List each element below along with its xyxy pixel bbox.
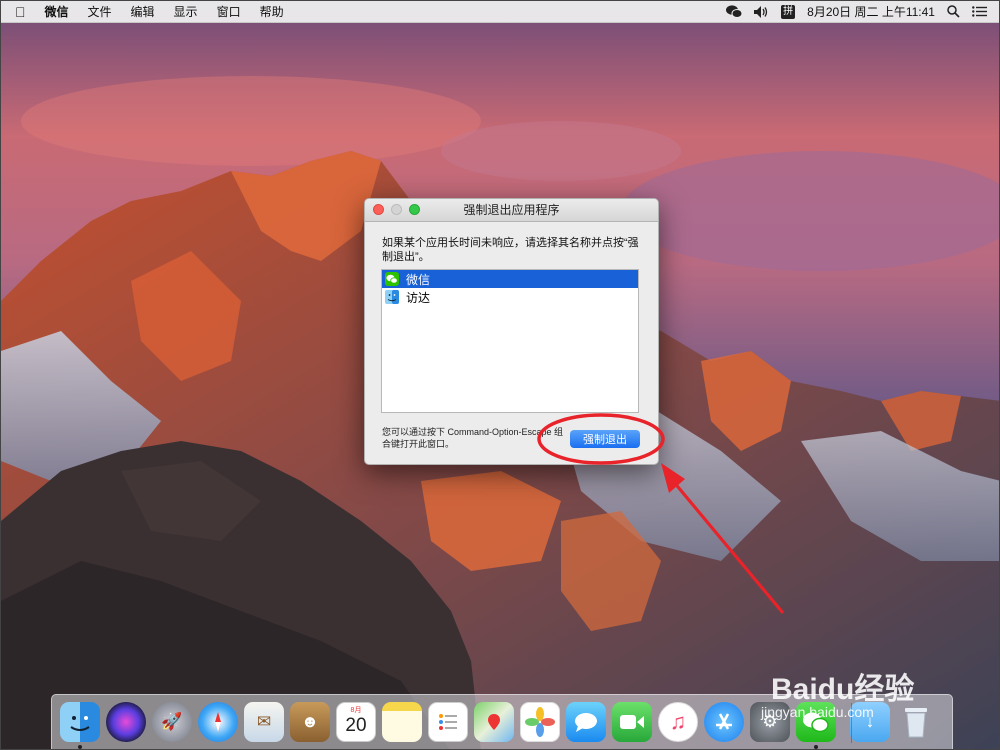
maps-icon[interactable] [474, 702, 514, 742]
volume-icon[interactable] [754, 5, 769, 18]
force-quit-dialog: 强制退出应用程序 如果某个应用长时间未响应，请选择其名称并点按“强制退出”。 微… [364, 198, 659, 465]
safari-icon[interactable] [198, 702, 238, 742]
input-method-icon[interactable]: 拼 [781, 4, 796, 19]
dialog-titlebar[interactable]: 强制退出应用程序 [365, 199, 658, 222]
wechat-status-icon[interactable] [726, 5, 743, 18]
notes-icon[interactable] [382, 702, 422, 742]
app-name: 访达 [406, 290, 431, 305]
app-list-item-finder[interactable]: 访达 [382, 288, 638, 306]
baidu-watermark-logo: Baidu经验 [771, 673, 915, 706]
apple-icon[interactable]:  [15, 4, 26, 20]
app-store-icon[interactable] [704, 702, 744, 742]
minimize-window-button [391, 204, 402, 215]
app-list[interactable]: 微信 访达 [381, 269, 639, 413]
menu-clock[interactable]: 8月20日 周二 上午11:41 [807, 3, 935, 20]
music-icon[interactable]: ♫ [658, 702, 698, 742]
menu-bar:  微信 文件 编辑 显示 窗口 帮助 拼 8月20日 周二 上午11:41 [1, 1, 999, 23]
menu-app-name[interactable]: 微信 [45, 3, 69, 20]
photos-icon[interactable] [520, 702, 560, 742]
finder-icon[interactable] [60, 702, 100, 749]
zoom-window-button[interactable] [409, 204, 420, 215]
launchpad-icon[interactable]: 🚀 [152, 702, 192, 742]
calendar-icon[interactable]: 8月 20 [336, 702, 376, 742]
trash-icon[interactable] [896, 702, 936, 742]
calendar-day: 20 [345, 715, 367, 736]
force-quit-button[interactable]: 强制退出 [570, 430, 640, 448]
shortcut-hint: 您可以通过按下 Command-Option-Escape 组合键打开此窗口。 [382, 427, 564, 449]
messages-icon[interactable] [566, 702, 606, 742]
facetime-icon[interactable] [612, 702, 652, 742]
reminders-icon[interactable] [428, 702, 468, 742]
wechat-icon [385, 272, 399, 286]
menu-file[interactable]: 文件 [88, 3, 112, 20]
close-window-button[interactable] [373, 204, 384, 215]
menu-edit[interactable]: 编辑 [131, 3, 155, 20]
menu-window[interactable]: 窗口 [217, 3, 241, 20]
screen-frame:  微信 文件 编辑 显示 窗口 帮助 拼 8月20日 周二 上午11:41 [0, 0, 1000, 750]
calendar-month: 8月 [350, 707, 362, 714]
contacts-icon[interactable]: ☻ [290, 702, 330, 742]
finder-icon [385, 290, 399, 304]
app-name: 微信 [406, 272, 431, 287]
mail-icon[interactable]: ✉ [244, 702, 284, 742]
siri-icon[interactable] [106, 702, 146, 742]
dialog-prompt: 如果某个应用长时间未响应，请选择其名称并点按“强制退出”。 [382, 237, 639, 263]
notification-center-icon[interactable] [972, 6, 987, 17]
app-list-item-wechat[interactable]: 微信 [382, 270, 638, 288]
dialog-title: 强制退出应用程序 [463, 203, 560, 217]
menu-help[interactable]: 帮助 [260, 3, 284, 20]
menu-view[interactable]: 显示 [174, 3, 198, 20]
watermark-url: jingyan.baidu.com [761, 704, 874, 720]
spotlight-search-icon[interactable] [947, 5, 960, 18]
